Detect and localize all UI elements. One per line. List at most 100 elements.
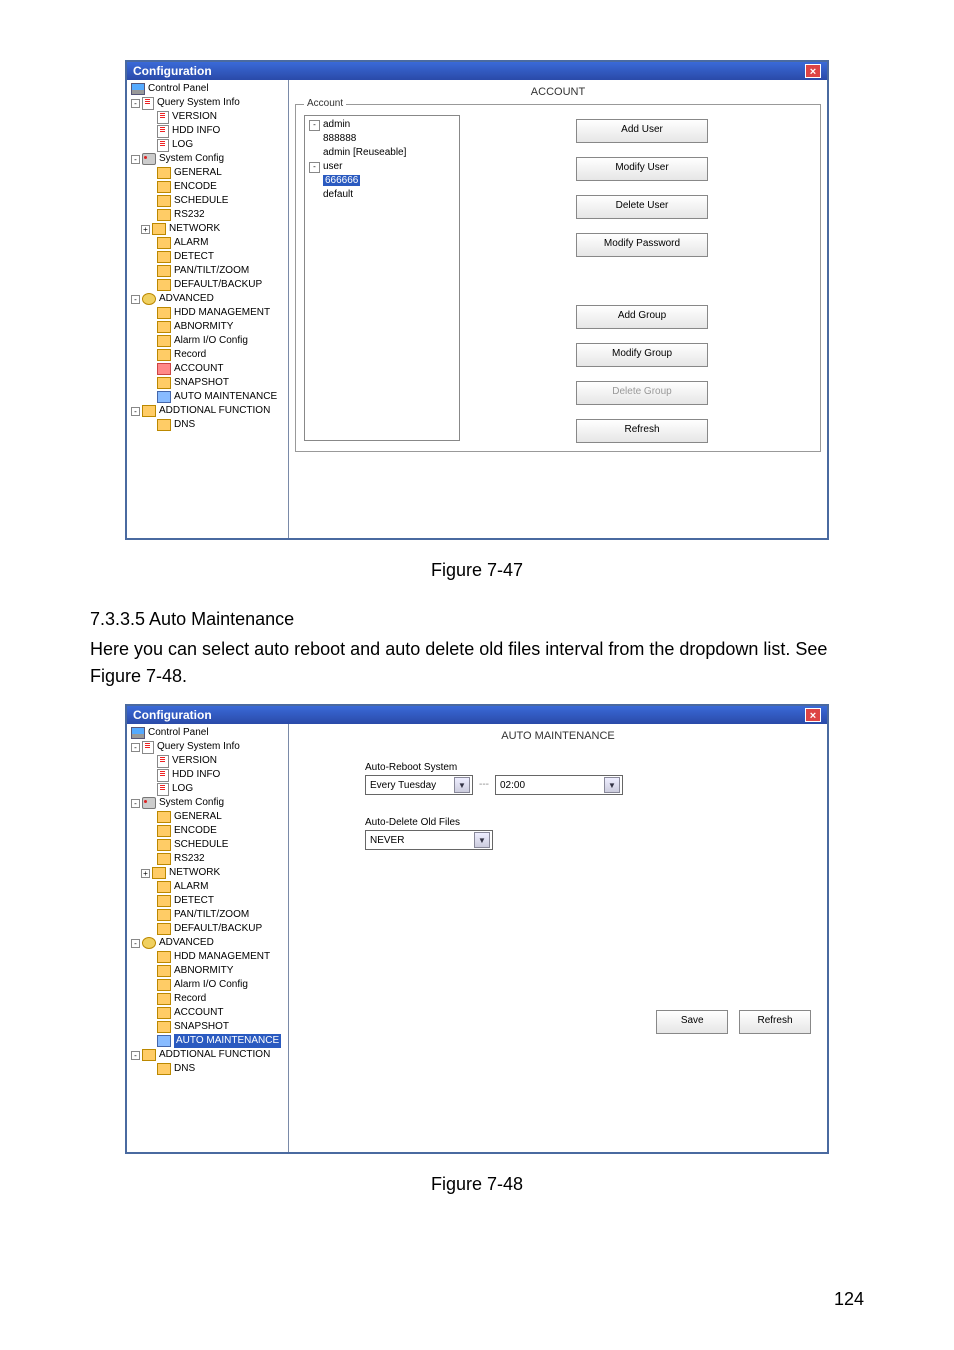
tree-general[interactable]: GENERAL xyxy=(129,810,286,824)
tree-encode[interactable]: ENCODE xyxy=(129,824,286,838)
tree-network[interactable]: +NETWORK xyxy=(129,222,286,236)
tree-auto-maintenance[interactable]: AUTO MAINTENANCE xyxy=(129,390,286,404)
tree-alarm-io-config[interactable]: Alarm I/O Config xyxy=(129,978,286,992)
auto-reboot-time-select[interactable]: 02:00 ▼ xyxy=(495,775,623,795)
tree-rs232[interactable]: RS232 xyxy=(129,852,286,866)
tree-query-system-info[interactable]: -Query System Info xyxy=(129,740,286,754)
save-button[interactable]: Save xyxy=(656,1010,728,1034)
tree-rs232[interactable]: RS232 xyxy=(129,208,286,222)
tree-query-system-info[interactable]: -Query System Info xyxy=(129,96,286,110)
tree-control-panel[interactable]: Control Panel xyxy=(129,82,286,96)
account-user-admin-reuseable[interactable]: admin [Reuseable] xyxy=(323,147,406,158)
tree-abnormity[interactable]: ABNORMITY xyxy=(129,964,286,978)
collapse-icon[interactable]: - xyxy=(131,939,140,948)
tree-detect[interactable]: DETECT xyxy=(129,894,286,908)
tree-dns[interactable]: DNS xyxy=(129,418,286,432)
tree-abnormity[interactable]: ABNORMITY xyxy=(129,320,286,334)
tree-alarm[interactable]: ALARM xyxy=(129,880,286,894)
page-number: 124 xyxy=(834,1289,864,1310)
expand-icon[interactable]: + xyxy=(141,225,150,234)
tree-hdd-info[interactable]: HDD INFO xyxy=(129,124,286,138)
account-user-default[interactable]: default xyxy=(323,189,353,200)
account-user-888888[interactable]: 888888 xyxy=(323,133,356,144)
tree-additional-function[interactable]: -ADDTIONAL FUNCTION xyxy=(129,404,286,418)
tree-detect[interactable]: DETECT xyxy=(129,250,286,264)
tree-account[interactable]: ACCOUNT xyxy=(129,1006,286,1020)
tree-alarm[interactable]: ALARM xyxy=(129,236,286,250)
tree-additional-function[interactable]: -ADDTIONAL FUNCTION xyxy=(129,1048,286,1062)
tree-auto-maintenance[interactable]: AUTO MAINTENANCE xyxy=(129,1034,286,1048)
close-icon[interactable]: × xyxy=(805,64,821,78)
tree-schedule[interactable]: SCHEDULE xyxy=(129,838,286,852)
tree-record[interactable]: Record xyxy=(129,992,286,1006)
auto-reboot-day-select[interactable]: Every Tuesday ▼ xyxy=(365,775,473,795)
collapse-icon[interactable]: - xyxy=(131,99,140,108)
account-user-666666[interactable]: 666666 xyxy=(323,175,360,186)
folder-icon xyxy=(157,279,171,291)
folder-icon xyxy=(157,391,171,403)
modify-password-button[interactable]: Modify Password xyxy=(576,233,708,257)
tree-default-backup[interactable]: DEFAULT/BACKUP xyxy=(129,922,286,936)
tree-hdd-info[interactable]: HDD INFO xyxy=(129,768,286,782)
window-title: Configuration xyxy=(133,708,212,722)
add-group-button[interactable]: Add Group xyxy=(576,305,708,329)
tree-snapshot[interactable]: SNAPSHOT xyxy=(129,1020,286,1034)
folder-icon xyxy=(157,363,171,375)
tree-pan-tilt-zoom[interactable]: PAN/TILT/ZOOM xyxy=(129,264,286,278)
delete-user-button[interactable]: Delete User xyxy=(576,195,708,219)
folder-icon xyxy=(157,1007,171,1019)
collapse-icon[interactable]: - xyxy=(131,295,140,304)
tree-advanced[interactable]: -ADVANCED xyxy=(129,292,286,306)
window-title: Configuration xyxy=(133,64,212,78)
tree-dns[interactable]: DNS xyxy=(129,1062,286,1076)
auto-delete-select[interactable]: NEVER ▼ xyxy=(365,830,493,850)
tree-network[interactable]: +NETWORK xyxy=(129,866,286,880)
collapse-icon[interactable]: - xyxy=(131,155,140,164)
delete-group-button[interactable]: Delete Group xyxy=(576,381,708,405)
tree-hdd-management[interactable]: HDD MANAGEMENT xyxy=(129,306,286,320)
tree-system-config[interactable]: -System Config xyxy=(129,152,286,166)
account-group-user[interactable]: user xyxy=(323,161,342,172)
collapse-icon[interactable]: - xyxy=(131,1051,140,1060)
refresh-button[interactable]: Refresh xyxy=(576,419,708,443)
folder-icon xyxy=(157,881,171,893)
collapse-icon[interactable]: - xyxy=(131,407,140,416)
tree-account[interactable]: ACCOUNT xyxy=(129,362,286,376)
doc-icon xyxy=(157,755,169,768)
collapse-icon[interactable]: - xyxy=(309,162,320,173)
collapse-icon[interactable]: - xyxy=(131,799,140,808)
folder-icon xyxy=(157,237,171,249)
account-tree[interactable]: -admin 888888 admin [Reuseable] -user 66… xyxy=(304,115,460,441)
tree-record[interactable]: Record xyxy=(129,348,286,362)
tree-version[interactable]: VERSION xyxy=(129,754,286,768)
folder-icon xyxy=(157,1035,171,1047)
tree-system-config[interactable]: -System Config xyxy=(129,796,286,810)
tree-control-panel[interactable]: Control Panel xyxy=(129,726,286,740)
nav-tree: Control Panel -Query System Info VERSION… xyxy=(127,80,289,538)
modify-group-button[interactable]: Modify Group xyxy=(576,343,708,367)
tree-version[interactable]: VERSION xyxy=(129,110,286,124)
account-group-admin[interactable]: admin xyxy=(323,119,350,130)
tree-alarm-io-config[interactable]: Alarm I/O Config xyxy=(129,334,286,348)
tree-advanced[interactable]: -ADVANCED xyxy=(129,936,286,950)
modify-user-button[interactable]: Modify User xyxy=(576,157,708,181)
tree-pan-tilt-zoom[interactable]: PAN/TILT/ZOOM xyxy=(129,908,286,922)
tree-snapshot[interactable]: SNAPSHOT xyxy=(129,376,286,390)
collapse-icon[interactable]: - xyxy=(131,743,140,752)
tree-general[interactable]: GENERAL xyxy=(129,166,286,180)
add-user-button[interactable]: Add User xyxy=(576,119,708,143)
tree-log[interactable]: LOG xyxy=(129,138,286,152)
tree-log[interactable]: LOG xyxy=(129,782,286,796)
folder-icon xyxy=(157,965,171,977)
close-icon[interactable]: × xyxy=(805,708,821,722)
collapse-icon[interactable]: - xyxy=(309,120,320,131)
folder-icon xyxy=(157,335,171,347)
tree-schedule[interactable]: SCHEDULE xyxy=(129,194,286,208)
expand-icon[interactable]: + xyxy=(141,869,150,878)
refresh-button[interactable]: Refresh xyxy=(739,1010,811,1034)
tree-hdd-management[interactable]: HDD MANAGEMENT xyxy=(129,950,286,964)
tree-encode[interactable]: ENCODE xyxy=(129,180,286,194)
auto-delete-label: Auto-Delete Old Files xyxy=(365,817,811,828)
tree-default-backup[interactable]: DEFAULT/BACKUP xyxy=(129,278,286,292)
folder-icon xyxy=(157,853,171,865)
